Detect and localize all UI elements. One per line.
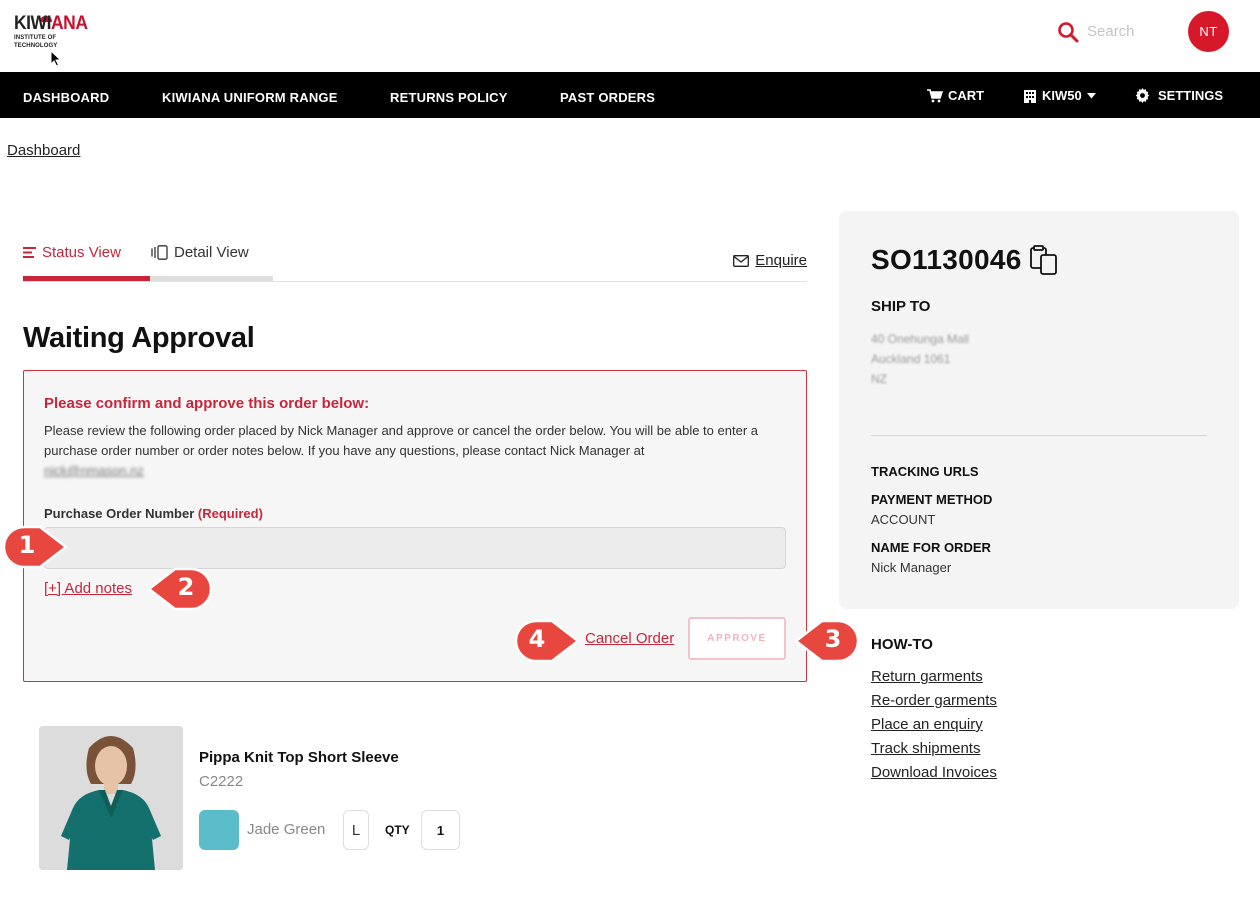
product-code: C2222 [199,773,244,790]
po-number-label: Purchase Order Number (Required) [44,506,263,521]
approve-button[interactable]: APPROVE [688,617,786,660]
callout-2-number: 2 [177,573,195,601]
nav-uniform-range[interactable]: KIWIANA UNIFORM RANGE [162,90,338,105]
approval-panel: Please confirm and approve this order be… [23,370,807,682]
address-line-2: Auckland 1061 [871,352,951,366]
callout-4: 4 [514,619,580,663]
address-line-1: 40 Onehunga Mall [871,332,970,346]
callout-3-number: 3 [824,625,842,653]
callout-1-number: 1 [18,531,36,559]
nav-account-dropdown[interactable]: KIW50 [1023,88,1096,103]
enquire-label: Enquire [755,252,807,269]
enquire-link[interactable]: Enquire [733,252,807,269]
qty-label: QTY [385,823,410,837]
search-icon[interactable] [1057,21,1079,43]
tab-detail-view[interactable]: Detail View [151,244,249,261]
search-input[interactable] [1087,20,1167,42]
approval-body: Please review the following order placed… [44,423,758,458]
approval-instructions: Please review the following order placed… [44,421,789,481]
nav-cart-label: CART [948,88,985,103]
tab-active-indicator [23,276,150,281]
color-swatch [199,810,239,850]
po-number-input[interactable] [44,527,786,569]
tab-inactive-indicator [150,276,273,281]
caret-down-icon [1086,92,1096,98]
callout-3: 3 [794,619,860,663]
product-qty: 1 [421,810,460,850]
breadcrumb-dashboard[interactable]: Dashboard [7,142,80,159]
add-notes-link[interactable]: [+] Add notes [44,580,132,597]
gear-icon [1135,88,1150,103]
callout-2: 2 [147,567,213,611]
side-divider [871,435,1207,436]
status-list-icon [23,247,36,258]
approval-heading: Please confirm and approve this order be… [44,395,370,412]
nav-settings-label: SETTINGS [1158,88,1224,103]
main-nav: DASHBOARD KIWIANA UNIFORM RANGE RETURNS … [0,72,1260,118]
nav-returns-policy[interactable]: RETURNS POLICY [390,90,508,105]
logo-wordmark: KIWIANA [14,13,88,34]
product-size: L [343,810,369,850]
contact-email-link[interactable]: nick@nmason.nz [44,461,144,481]
howto-place-enquiry[interactable]: Place an enquiry [871,716,983,733]
howto-download-invoices[interactable]: Download Invoices [871,764,997,781]
callout-4-number: 4 [528,625,546,653]
product-image[interactable] [39,726,183,870]
callout-1: 1 [2,525,68,569]
ship-to-heading: SHIP TO [871,298,931,315]
name-for-order-value: Nick Manager [871,560,952,575]
cart-icon [927,88,943,102]
po-required-marker: (Required) [197,506,263,521]
product-color: Jade Green [247,821,326,838]
payment-method-heading: PAYMENT METHOD [871,492,993,507]
user-avatar[interactable]: NT [1188,11,1229,52]
nav-cart[interactable]: CART [927,88,984,103]
mouse-cursor-icon [50,50,62,67]
howto-reorder-garments[interactable]: Re-order garments [871,692,997,709]
nav-settings[interactable]: SETTINGS [1135,88,1223,103]
order-number: SO1130046 [871,244,1060,276]
envelope-icon [733,254,750,267]
tracking-urls-heading: TRACKING URLS [871,464,979,479]
tab-status-label: Status View [42,244,121,261]
order-summary-panel: SO1130046 SHIP TO 40 Onehunga Mall Auckl… [839,211,1239,609]
ship-to-address: 40 Onehunga Mall Auckland 1061 NZ [871,329,969,389]
logo-subtitle: INSTITUTE OF TECHNOLOGY [14,35,58,49]
po-label-text: Purchase Order Number [44,506,195,521]
nav-past-orders[interactable]: PAST ORDERS [560,90,655,105]
kiwiana-logo[interactable]: KIWIANA INSTITUTE OF TECHNOLOGY [14,14,88,54]
nav-account-label: KIW50 [1042,88,1082,103]
top-header: KIWIANA INSTITUTE OF TECHNOLOGY NT [0,0,1260,72]
copy-icon[interactable] [1028,244,1060,276]
payment-method-value: ACCOUNT [871,512,936,527]
name-for-order-heading: NAME FOR ORDER [871,540,991,555]
building-icon [1024,89,1036,103]
cancel-order-link[interactable]: Cancel Order [585,630,674,647]
tab-status-view[interactable]: Status View [23,244,121,261]
product-name: Pippa Knit Top Short Sleeve [199,749,399,766]
detail-view-icon [151,245,168,260]
howto-track-shipments[interactable]: Track shipments [871,740,980,757]
howto-return-garments[interactable]: Return garments [871,668,983,685]
nav-dashboard[interactable]: DASHBOARD [23,90,109,105]
howto-heading: HOW-TO [871,636,933,653]
order-number-text: SO1130046 [871,244,1022,275]
view-tabs: Status View Detail View Enquire [23,236,807,282]
page-title: Waiting Approval [23,322,255,354]
tab-detail-label: Detail View [174,244,249,261]
address-line-3: NZ [871,372,887,386]
